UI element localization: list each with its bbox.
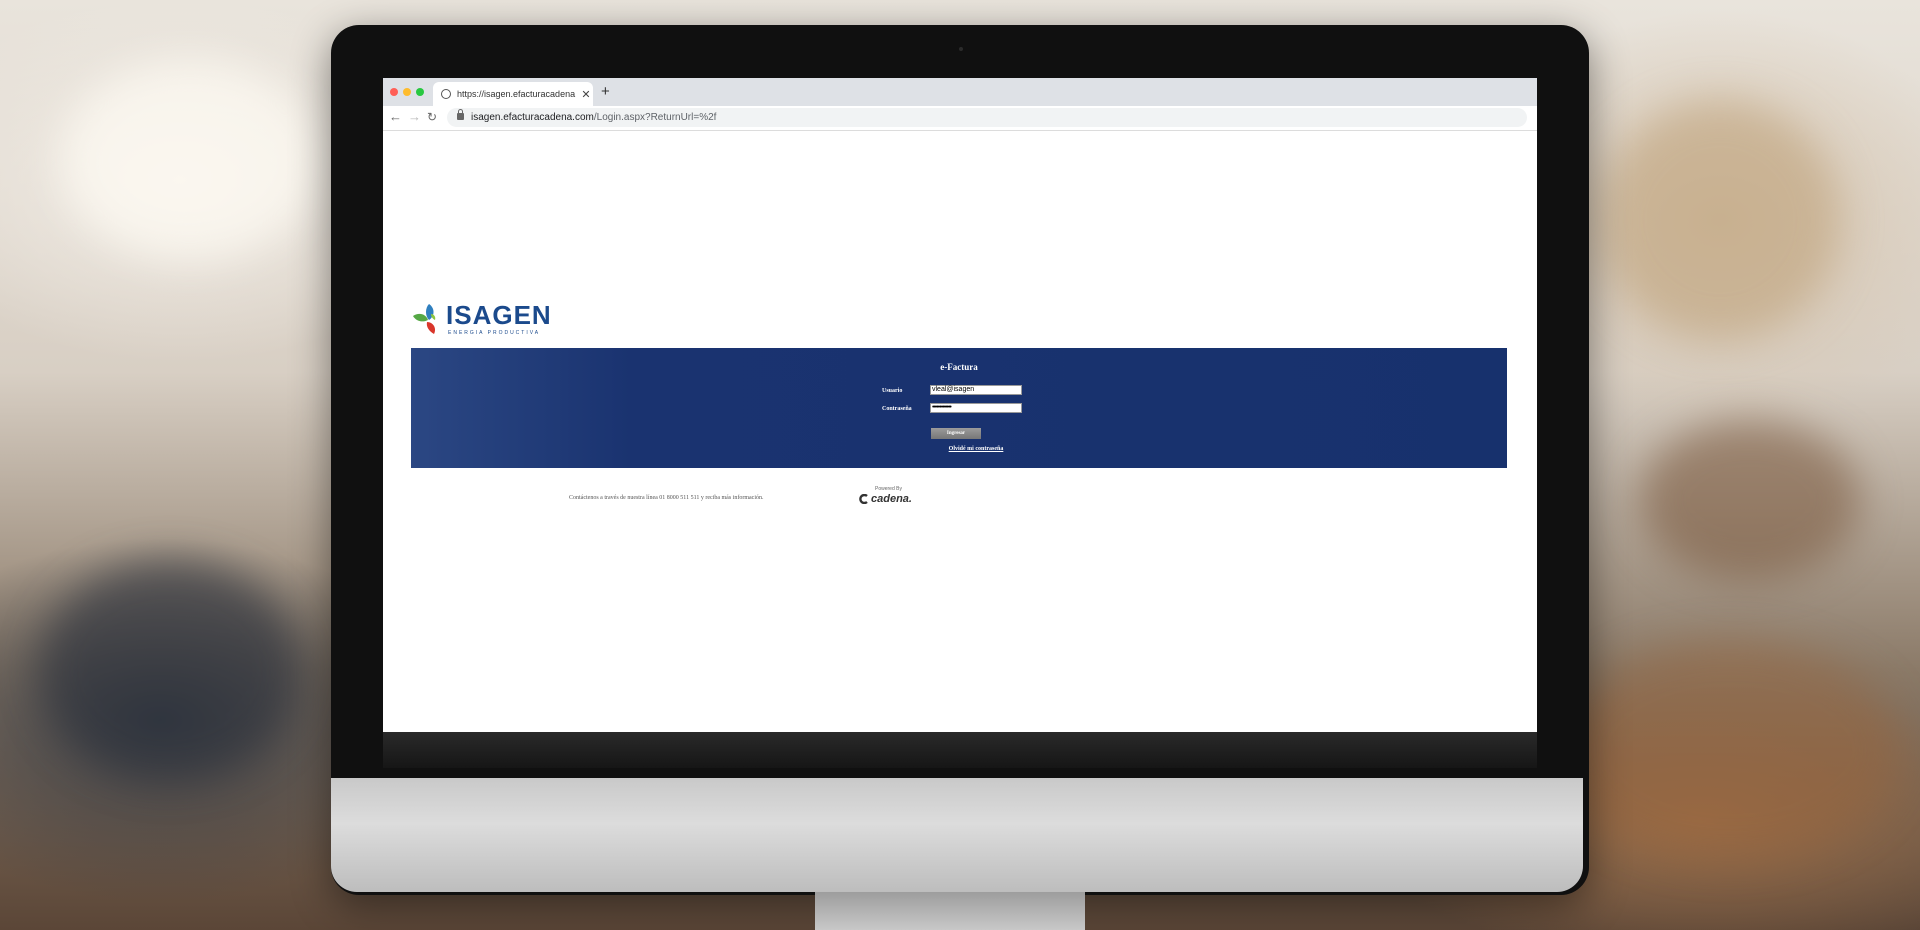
background-blur: [40, 560, 300, 780]
logo-wordmark: ISAGEN: [446, 300, 552, 330]
monitor-chin: [331, 778, 1583, 892]
username-label: Usuario: [882, 388, 903, 394]
contact-text: Contáctenos a través de nuestra línea 01…: [569, 495, 764, 501]
new-tab-button[interactable]: +: [601, 83, 610, 100]
address-bar: ← → ↻ isagen.efacturacadena.com/Login.as…: [383, 106, 1537, 131]
tab-title: https://isagen.efacturacadena: [457, 89, 576, 99]
url-path: /Login.aspx?ReturnUrl=%2f: [593, 112, 717, 123]
logo-tagline: ENERGIA PRODUCTIVA: [448, 330, 541, 336]
cadena-logo-icon: [859, 494, 868, 504]
login-button[interactable]: Ingresar: [931, 428, 981, 439]
background-blur: [60, 60, 320, 260]
isagen-logo: ISAGEN ENERGIA PRODUCTIVA: [411, 300, 551, 340]
browser-tab-bar: https://isagen.efacturacadena ✕ +: [383, 78, 1537, 106]
login-title: e-Factura: [940, 362, 978, 372]
reload-icon[interactable]: ↻: [427, 110, 437, 124]
password-label: Contraseña: [882, 406, 912, 412]
browser-tab[interactable]: https://isagen.efacturacadena ✕: [433, 82, 593, 106]
forward-arrow-icon[interactable]: →: [408, 109, 421, 124]
lock-icon: [457, 109, 464, 120]
close-window-button[interactable]: [390, 88, 398, 96]
screen: https://isagen.efacturacadena ✕ + ← → ↻ …: [383, 78, 1537, 732]
isagen-logo-mark: [413, 304, 436, 334]
background-blur: [1600, 100, 1840, 340]
close-tab-icon[interactable]: ✕: [579, 88, 593, 101]
cadena-wordmark: cadena.: [871, 493, 912, 505]
forgot-password-link[interactable]: Olvidé mi contraseña: [428, 446, 1524, 452]
monitor-stand: [815, 892, 1085, 930]
login-panel: e-Factura Usuario vleal@isagen Contraseñ…: [411, 348, 1507, 468]
globe-icon: [441, 89, 451, 99]
powered-by-text: Powered By: [875, 486, 902, 492]
back-arrow-icon[interactable]: ←: [389, 109, 402, 124]
minimize-window-button[interactable]: [403, 88, 411, 96]
url-host: isagen.efacturacadena.com: [471, 112, 594, 123]
password-input[interactable]: •••••••••••••: [930, 403, 1022, 413]
url-text: isagen.efacturacadena.com/Login.aspx?Ret…: [471, 108, 716, 127]
background-blur: [1640, 420, 1860, 580]
screen-bottom-edge: [383, 732, 1537, 768]
cadena-logo: cadena.: [859, 493, 912, 505]
camera-icon: [959, 47, 963, 51]
maximize-window-button[interactable]: [416, 88, 424, 96]
background-blur: [1560, 640, 1900, 860]
url-field[interactable]: isagen.efacturacadena.com/Login.aspx?Ret…: [447, 108, 1527, 127]
username-input[interactable]: vleal@isagen: [930, 385, 1022, 395]
